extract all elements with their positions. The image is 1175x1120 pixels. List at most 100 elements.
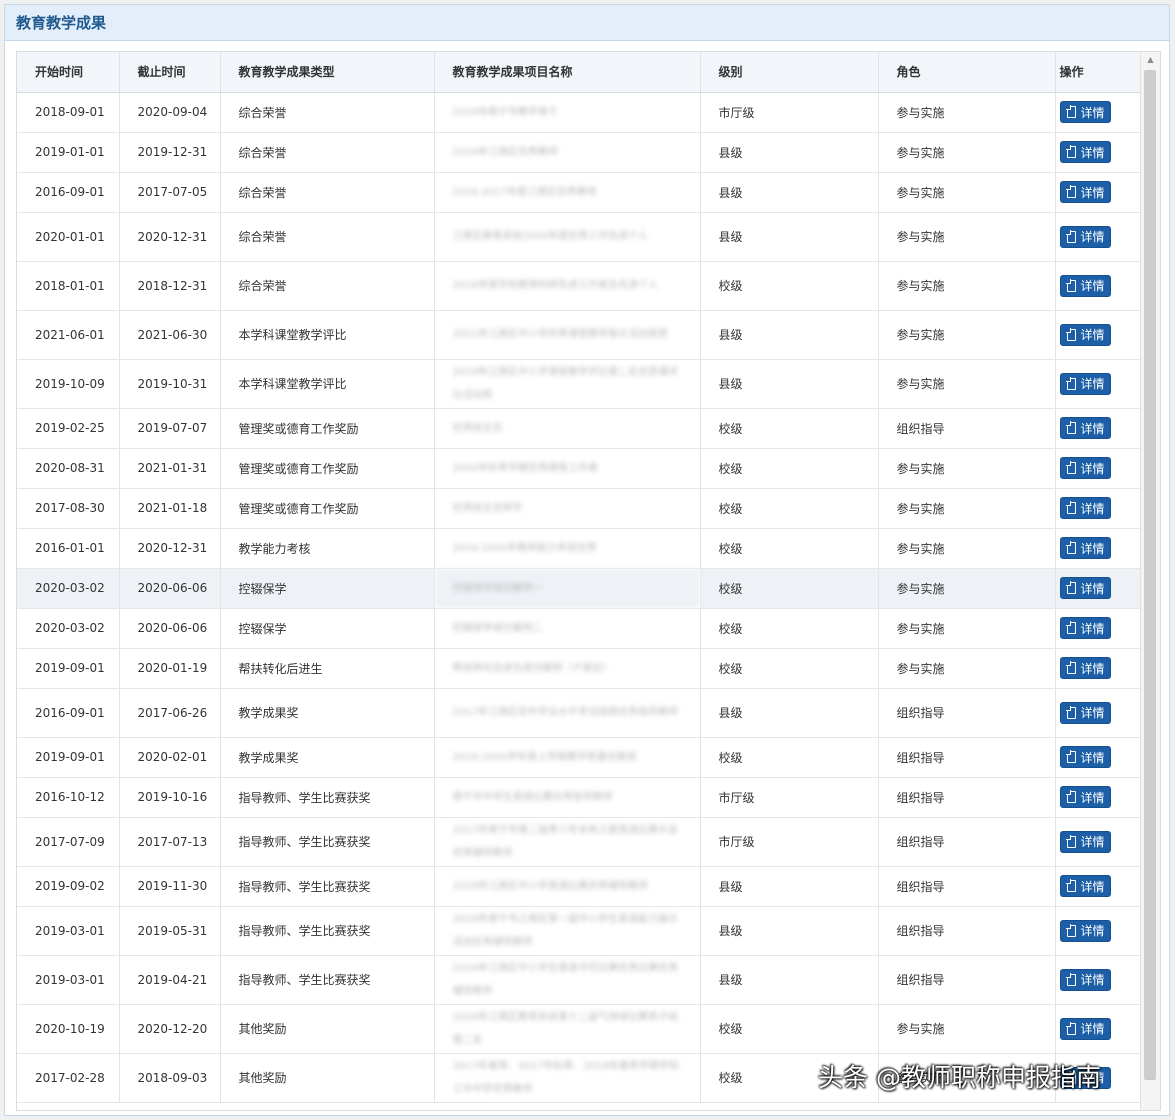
details-button[interactable]: 详情 — [1059, 537, 1111, 559]
details-button[interactable]: 详情 — [1059, 323, 1111, 346]
scroll-up-arrow-icon[interactable]: ▲ — [1141, 52, 1160, 68]
document-icon — [1065, 327, 1076, 341]
details-button[interactable]: 详情 — [1059, 786, 1111, 808]
details-button[interactable]: 详情 — [1059, 417, 1111, 439]
details-button[interactable]: 详情 — [1059, 372, 1111, 395]
table-row[interactable]: 2020-01-01 2020-12-31 综合荣誉 江南区教育系统2020年度优秀工… — [17, 212, 1140, 262]
table-row[interactable]: 2019-02-25 2019-07-07 管理奖或德育工作奖励 优秀班主任 校级 组织指… — [17, 408, 1140, 449]
document-icon — [1065, 1021, 1076, 1035]
details-button[interactable]: 详情 — [1059, 141, 1111, 163]
cell-role: 组织指导 — [878, 906, 1056, 956]
cell-role: 组织指导 — [878, 817, 1056, 867]
cell-action: 详情 — [1055, 488, 1140, 529]
cell-type: 教学成果奖 — [220, 737, 435, 778]
column-header-name[interactable]: 教育教学成果项目名称 — [434, 52, 701, 93]
cell-project-name: 2021年江南区中小学优秀课堂教学展示活动获奖 — [434, 310, 701, 360]
details-button[interactable]: 详情 — [1059, 746, 1111, 768]
cell-start-date: 2019-09-02 — [17, 866, 120, 907]
cell-level: 校级 — [700, 261, 879, 311]
cell-end-date: 2019-04-21 — [119, 955, 221, 1005]
cell-type: 其他奖励 — [220, 1053, 435, 1103]
details-button-label: 详情 — [1080, 661, 1105, 676]
cell-start-date: 2018-01-01 — [17, 261, 120, 311]
table-row[interactable]: 2019-10-09 2019-10-31 本学科课堂教学评比 2019年江南区中小学… — [17, 359, 1140, 409]
cell-type: 控辍保学 — [220, 608, 435, 649]
details-button[interactable]: 详情 — [1059, 274, 1111, 297]
column-header-end[interactable]: 截止时间 — [119, 52, 221, 93]
details-button[interactable]: 详情 — [1059, 968, 1111, 991]
cell-start-date: 2020-03-02 — [17, 568, 120, 609]
cell-level: 县级 — [700, 688, 879, 738]
table-row[interactable]: 2016-09-01 2017-07-05 综合荣誉 2016-2017年度江南区优秀… — [17, 172, 1140, 213]
details-button-label: 详情 — [1080, 750, 1105, 765]
details-button[interactable]: 详情 — [1059, 457, 1111, 479]
details-button[interactable]: 详情 — [1059, 657, 1111, 679]
cell-end-date: 2020-12-31 — [119, 212, 221, 262]
details-button-label: 详情 — [1080, 879, 1105, 894]
details-button[interactable]: 详情 — [1059, 181, 1111, 203]
table-row[interactable]: 2018-09-01 2020-09-04 综合荣誉 2020年南宁市教学骨干 市厅级参… — [17, 92, 1140, 133]
table-row[interactable]: 2016-10-12 2019-10-16 指导教师、学生比赛获奖 南宁市中学生英语比… — [17, 777, 1140, 818]
cell-start-date: 2019-03-01 — [17, 906, 120, 956]
cell-end-date: 2018-09-03 — [119, 1053, 221, 1103]
details-button[interactable]: 详情 — [1059, 617, 1111, 639]
cell-role: 组织指导 — [878, 408, 1056, 449]
details-button[interactable]: 详情 — [1059, 875, 1111, 897]
cell-action: 详情 — [1055, 608, 1140, 649]
document-icon — [1065, 421, 1076, 434]
vertical-scrollbar[interactable]: ▲ — [1140, 52, 1160, 1110]
details-button[interactable]: 详情 — [1059, 577, 1111, 599]
details-button[interactable]: 详情 — [1059, 830, 1111, 853]
details-button[interactable]: 详情 — [1059, 225, 1111, 248]
details-button[interactable]: 详情 — [1059, 1017, 1111, 1040]
table-row[interactable]: 2017-08-30 2021-01-18 管理奖或德育工作奖励 优秀班主任称号 校级参… — [17, 488, 1140, 529]
cell-project-name: 2019年江南区中小学生英语书写比赛优秀比赛优秀辅导教师 — [434, 955, 701, 1005]
cell-action: 详情 — [1055, 261, 1140, 311]
cell-project-name: 优秀班主任 — [434, 408, 701, 449]
cell-role: 参与实施 — [878, 528, 1056, 569]
table-row[interactable]: 2021-06-01 2021-06-30 本学科课堂教学评比 2021年江南区中小学… — [17, 310, 1140, 360]
details-button[interactable]: 详情 — [1059, 701, 1111, 724]
table-row[interactable]: 2019-03-01 2019-05-31 指导教师、学生比赛获奖 2019年南宁市江… — [17, 906, 1140, 956]
table-row[interactable]: 2019-01-01 2019-12-31 综合荣誉 2019年江南区优秀教师 县级 参与… — [17, 132, 1140, 173]
cell-project-name: 2020年江南区教育系统第十二届气排球比赛男子组第二名 — [434, 1004, 701, 1054]
table-row[interactable]: 2020-03-02 2020-06-06 控辍保学 控辍保学成功案例二 校级 参与实施 详… — [17, 608, 1140, 649]
table-row[interactable]: 2016-01-01 2020-12-31 教学能力考核 2016-2020年教师能力… — [17, 528, 1140, 569]
cell-project-name: 帮扶转化后进生成功案例（卢某伦） — [434, 648, 701, 689]
cell-role: 参与实施 — [878, 608, 1056, 649]
cell-role: 参与实施 — [878, 359, 1056, 409]
cell-end-date: 2021-01-31 — [119, 448, 221, 489]
cell-level: 市厅级 — [700, 777, 879, 818]
table-row[interactable]: 2019-03-01 2019-04-21 指导教师、学生比赛获奖 2019年江南区中… — [17, 955, 1140, 1005]
details-button-label: 详情 — [1080, 230, 1105, 244]
cell-role: 组织指导 — [878, 777, 1056, 818]
table-row[interactable]: 2019-09-01 2020-02-01 教学成果奖 2019-2020学年度上学期… — [17, 737, 1140, 778]
table-row[interactable]: 2016-09-01 2017-06-26 教学成果奖 2017年江南区初中学业水平考… — [17, 688, 1140, 738]
details-button-label: 详情 — [1080, 835, 1105, 849]
scrollbar-thumb[interactable] — [1144, 70, 1156, 1080]
table-row[interactable]: 2020-03-02 2020-06-06 控辍保学 控辍保学成功案例一 校级 参与实施 详… — [17, 568, 1140, 609]
details-button[interactable]: 详情 — [1059, 101, 1111, 123]
cell-start-date: 2019-09-01 — [17, 648, 120, 689]
document-icon — [1065, 105, 1076, 118]
table-row[interactable]: 2020-08-31 2021-01-31 管理奖或德育工作奖励 2020年秋季学期优… — [17, 448, 1140, 489]
cell-start-date: 2016-01-01 — [17, 528, 120, 569]
cell-action: 详情 — [1055, 906, 1140, 956]
cell-project-name: 2017年江南区初中学业水平考试成绩优秀指导教师 — [434, 688, 701, 738]
table-row[interactable]: 2020-10-19 2020-12-20 其他奖励 2020年江南区教育系统第十二届… — [17, 1004, 1140, 1054]
document-icon — [1065, 376, 1076, 390]
table-row[interactable]: 2019-09-02 2019-11-30 指导教师、学生比赛获奖 2019年江南区中… — [17, 866, 1140, 907]
cell-project-name: 2019-2020学年度上学期教学质量优胜奖 — [434, 737, 701, 778]
column-header-type[interactable]: 教育教学成果类型 — [220, 52, 435, 93]
details-button[interactable]: 详情 — [1059, 497, 1111, 519]
cell-type: 其他奖励 — [220, 1004, 435, 1054]
column-header-level[interactable]: 级别 — [700, 52, 879, 93]
details-button[interactable]: 详情 — [1059, 919, 1111, 942]
cell-project-name: 优秀班主任称号 — [434, 488, 701, 529]
cell-level: 校级 — [700, 448, 879, 489]
table-row[interactable]: 2018-01-01 2018-12-31 综合荣誉 2018年度学校教育科研先进工作… — [17, 261, 1140, 311]
table-row[interactable]: 2017-07-09 2017-07-13 指导教师、学生比赛获奖 2017年南宁市第… — [17, 817, 1140, 867]
table-row[interactable]: 2019-09-01 2020-01-19 帮扶转化后进生 帮扶转化后进生成功案例（卢… — [17, 648, 1140, 689]
column-header-role[interactable]: 角色 — [878, 52, 1056, 93]
column-header-start[interactable]: 开始时间 — [17, 52, 120, 93]
